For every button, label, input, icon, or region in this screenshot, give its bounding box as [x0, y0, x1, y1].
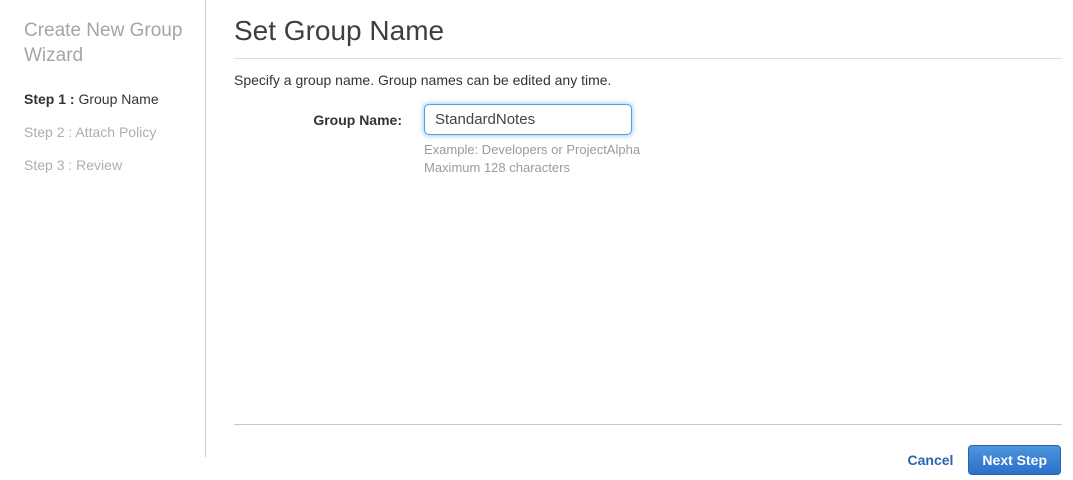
- group-name-hint-example: Example: Developers or ProjectAlpha: [424, 142, 641, 157]
- next-step-button[interactable]: Next Step: [968, 445, 1061, 475]
- cancel-button[interactable]: Cancel: [908, 452, 954, 468]
- step-2-label: Attach Policy: [75, 124, 157, 140]
- step-1-prefix: Step 1 :: [24, 91, 75, 107]
- footer-actions: Cancel Next Step: [908, 445, 1061, 475]
- group-name-form-row: Group Name: Example: Developers or Proje…: [234, 104, 1062, 177]
- step-3-prefix: Step 3 :: [24, 157, 73, 173]
- group-name-field: Example: Developers or ProjectAlpha Maxi…: [424, 104, 640, 177]
- sidebar-step-attach-policy[interactable]: Step 2 : Attach Policy: [24, 125, 187, 139]
- page-title: Set Group Name: [234, 14, 1062, 59]
- wizard-main-panel: Set Group Name Specify a group name. Gro…: [234, 0, 1062, 480]
- sidebar-step-review[interactable]: Step 3 : Review: [24, 158, 187, 172]
- step-1-label: Group Name: [78, 91, 159, 107]
- wizard-title: Create New Group Wizard: [24, 20, 183, 66]
- wizard-sidebar: Create New Group Wizard Step 1 : Group N…: [0, 0, 206, 457]
- sidebar-step-group-name[interactable]: Step 1 : Group Name: [24, 92, 187, 106]
- group-name-label: Group Name:: [313, 112, 402, 128]
- footer-divider: [234, 424, 1062, 425]
- step-2-prefix: Step 2 :: [24, 124, 73, 140]
- group-name-hint-max: Maximum 128 characters: [424, 160, 570, 175]
- group-name-input[interactable]: [424, 104, 632, 135]
- page-description: Specify a group name. Group names can be…: [234, 72, 612, 88]
- step-3-label: Review: [76, 157, 123, 173]
- create-group-wizard-page: Create New Group Wizard Step 1 : Group N…: [0, 0, 1073, 480]
